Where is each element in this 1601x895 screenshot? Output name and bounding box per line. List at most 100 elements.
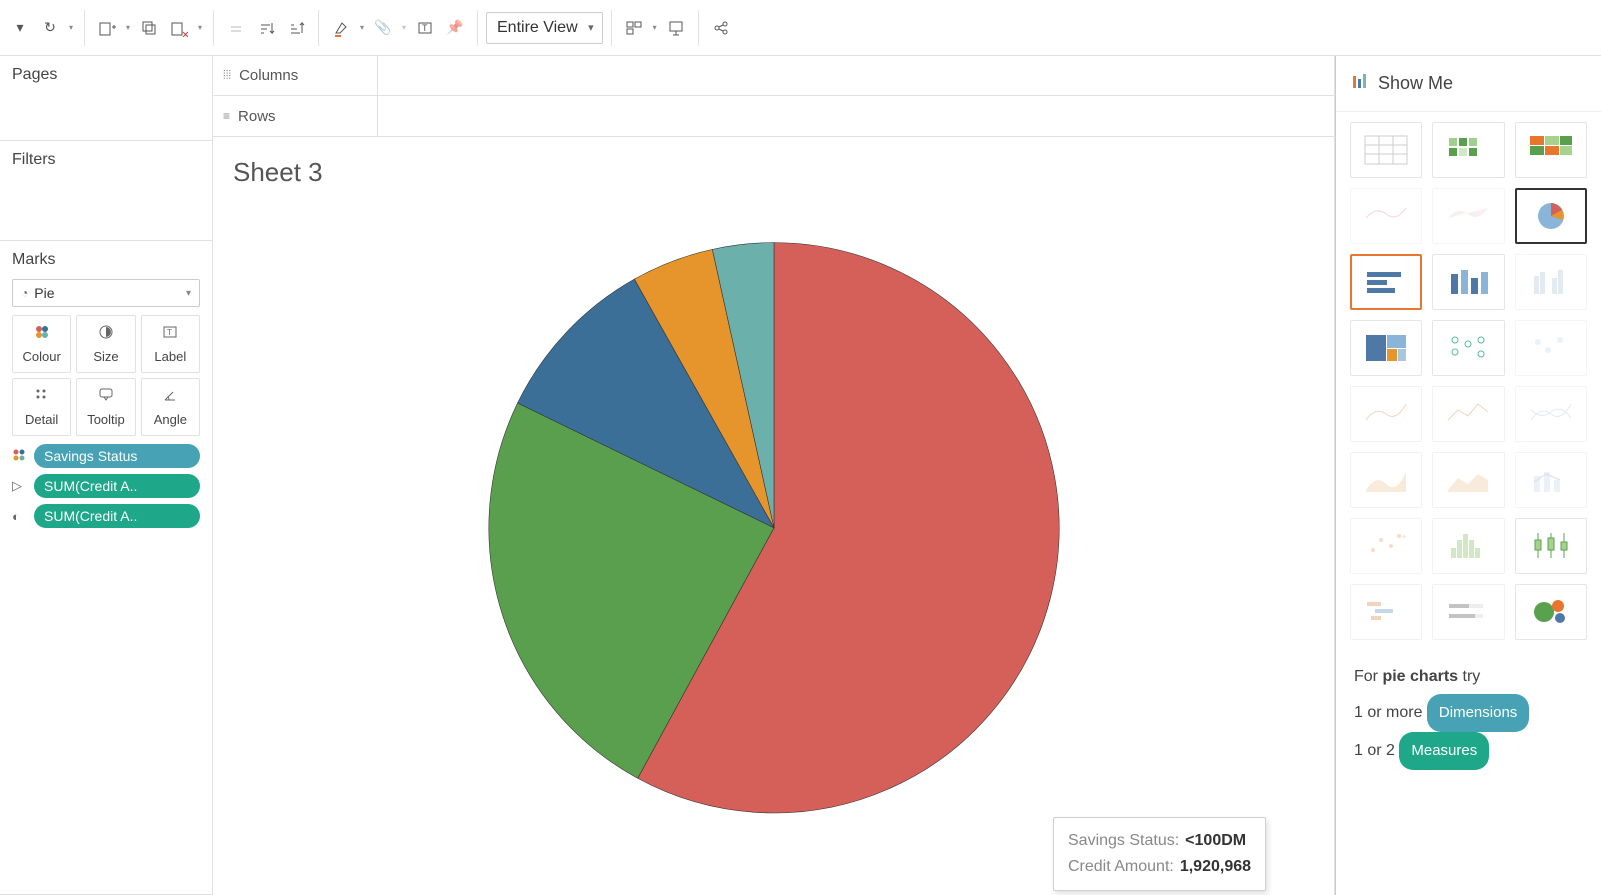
sm-bullet[interactable] (1432, 584, 1504, 640)
mark-label-button[interactable]: T Label (141, 315, 200, 373)
show-me-header[interactable]: Show Me (1336, 56, 1601, 112)
mark-colour-button[interactable]: Colour (12, 315, 71, 373)
sm-side-by-side-bar[interactable] (1515, 254, 1587, 310)
sm-line-disc[interactable] (1432, 386, 1504, 442)
show-cards-drop-icon[interactable]: ▾ (650, 23, 660, 32)
filters-title: Filters (12, 151, 200, 169)
fit-dropdown-label: Entire View (497, 19, 578, 37)
pin-icon[interactable]: 📌 (441, 14, 469, 42)
attach-icon[interactable]: 📎 (369, 14, 397, 42)
rows-shelf[interactable]: ≡Rows (213, 96, 1334, 136)
clear-sheet-icon[interactable] (165, 14, 193, 42)
pill-sum-credit-angle[interactable]: SUM(Credit A.. (34, 474, 200, 498)
sm-pie[interactable] (1515, 188, 1587, 244)
show-me-icon (1352, 74, 1368, 93)
sort-desc-icon[interactable] (282, 14, 310, 42)
sm-dual-line[interactable] (1515, 386, 1587, 442)
show-me-grid: + (1336, 112, 1601, 650)
sheet-title[interactable]: Sheet 3 (233, 157, 1334, 188)
filters-shelf[interactable]: Filters (0, 141, 212, 241)
sm-line-cont[interactable] (1350, 386, 1422, 442)
hint-measures-pill: Measures (1399, 732, 1489, 770)
hint-suffix: try (1458, 668, 1480, 685)
new-sheet-icon[interactable] (93, 14, 121, 42)
size-pill-icon: ◐ (12, 509, 28, 524)
columns-shelf[interactable]: ⦙⦙⦙ Columns (213, 56, 1334, 96)
columns-label: Columns (239, 67, 298, 84)
sm-filled-map[interactable] (1432, 188, 1504, 244)
show-me-hints: For pie charts try 1 or more Dimensions … (1336, 650, 1601, 780)
pages-shelf[interactable]: Pages (0, 56, 212, 141)
mark-colour-label: Colour (23, 349, 61, 364)
pie-chart[interactable] (479, 233, 1069, 823)
columns-icon: ⦙⦙⦙ (223, 68, 231, 83)
show-me-panel: Show Me + (1335, 56, 1601, 895)
hint-row1-pre: 1 or more (1354, 704, 1427, 721)
show-cards-icon[interactable] (620, 14, 648, 42)
rows-icon: ≡ (223, 109, 230, 123)
sort-asc-icon[interactable] (252, 14, 280, 42)
highlight-drop-icon[interactable]: ▾ (357, 23, 367, 32)
share-icon[interactable] (707, 14, 735, 42)
toolbar-caret-icon[interactable]: ▾ (6, 14, 34, 42)
hint-row2-pre: 1 or 2 (1354, 742, 1399, 759)
sm-area-cont[interactable] (1350, 452, 1422, 508)
mark-size-button[interactable]: Size (76, 315, 135, 373)
new-sheet-drop-icon[interactable]: ▾ (123, 23, 133, 32)
svg-text:T: T (422, 23, 428, 33)
colour-pill-icon (12, 448, 28, 465)
mark-angle-button[interactable]: Angle (141, 378, 200, 436)
swap-axes-icon[interactable] (222, 14, 250, 42)
viz-canvas[interactable]: Sheet 3 Savings Status: <100DM Credit Am… (213, 137, 1334, 895)
show-me-title: Show Me (1378, 73, 1453, 94)
presentation-icon[interactable] (662, 14, 690, 42)
sm-dual-combo[interactable] (1515, 452, 1587, 508)
sm-heatmap[interactable] (1432, 122, 1504, 178)
toolbar-separator (213, 10, 214, 46)
attach-drop-icon[interactable]: ▾ (399, 23, 409, 32)
sm-circle-views[interactable] (1432, 320, 1504, 376)
mark-detail-button[interactable]: Detail (12, 378, 71, 436)
label-toggle-icon[interactable]: T (411, 14, 439, 42)
sm-histogram[interactable] (1432, 518, 1504, 574)
sm-symbol-map[interactable] (1350, 188, 1422, 244)
refresh-icon[interactable]: ↻ (36, 14, 64, 42)
top-toolbar: ▾ ↻ ▾ ▾ ▾ ▾ 📎 ▾ T 📌 Entire View ▾ (0, 0, 1601, 56)
sm-scatter[interactable]: + (1350, 518, 1422, 574)
mark-type-dropdown[interactable]: ◔ Pie (12, 279, 200, 307)
mark-tooltip-label: Tooltip (87, 412, 125, 427)
sm-horizontal-bar[interactable] (1350, 254, 1422, 310)
columns-drop-zone[interactable] (378, 56, 1334, 95)
colour-icon (34, 324, 50, 345)
mark-label-label: Label (154, 349, 186, 364)
sm-text-table[interactable] (1350, 122, 1422, 178)
mark-tooltip-button[interactable]: Tooltip (76, 378, 135, 436)
sm-area-disc[interactable] (1432, 452, 1504, 508)
label-icon: T (162, 324, 178, 345)
sm-stacked-bar[interactable] (1432, 254, 1504, 310)
toolbar-separator (84, 10, 85, 46)
pie-type-icon: ◔ (21, 286, 28, 300)
marks-card: Marks ◔ Pie Colour Size TLabel Detail To… (0, 241, 212, 895)
sm-treemap[interactable] (1350, 320, 1422, 376)
sm-highlight-table[interactable] (1515, 122, 1587, 178)
sm-packed-bubbles[interactable] (1515, 584, 1587, 640)
rows-drop-zone[interactable] (378, 96, 1334, 136)
fit-dropdown[interactable]: Entire View (486, 12, 603, 44)
sm-box-plot[interactable] (1515, 518, 1587, 574)
sm-side-circle[interactable] (1515, 320, 1587, 376)
pill-savings-status[interactable]: Savings Status (34, 444, 200, 468)
highlight-icon[interactable] (327, 14, 355, 42)
pages-title: Pages (12, 66, 200, 84)
toolbar-separator (477, 10, 478, 46)
duplicate-icon[interactable] (135, 14, 163, 42)
sm-gantt[interactable] (1350, 584, 1422, 640)
tooltip-label-1: Savings Status: (1068, 828, 1179, 854)
toolbar-separator (611, 10, 612, 46)
clear-sheet-drop-icon[interactable]: ▾ (195, 23, 205, 32)
pill-sum-credit-size[interactable]: SUM(Credit A.. (34, 504, 200, 528)
side-panel: Pages Filters Marks ◔ Pie Colour Size TL… (0, 56, 213, 895)
shelves: ⦙⦙⦙ Columns ≡Rows (213, 56, 1334, 137)
refresh-drop-icon[interactable]: ▾ (66, 23, 76, 32)
angle-icon (162, 387, 178, 408)
